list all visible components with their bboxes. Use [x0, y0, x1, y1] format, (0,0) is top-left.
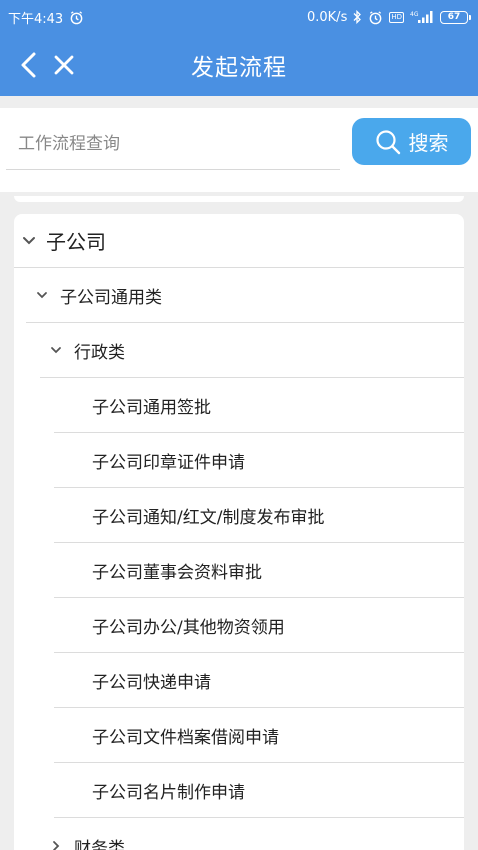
status-time: 下午4:43 [8, 11, 64, 27]
chevron-down-icon [46, 346, 66, 355]
search-input[interactable] [6, 118, 340, 170]
chevron-right-icon [46, 840, 66, 850]
signal-icon: 4G [410, 10, 434, 24]
tree-node-label: 行政类 [74, 343, 125, 363]
search-button[interactable]: 搜索 [352, 118, 471, 165]
tree-node-root[interactable]: 子公司 [14, 214, 464, 268]
tree-node-label: 财务类 [74, 838, 125, 850]
tree-node-group-admin[interactable]: 行政类 [40, 324, 464, 378]
workflow-item[interactable]: 子公司办公/其他物资领用 [54, 599, 464, 653]
workflow-item-label: 子公司文件档案借阅申请 [92, 728, 279, 748]
workflow-item[interactable]: 子公司印章证件申请 [54, 434, 464, 488]
search-panel: 搜索 [0, 108, 478, 192]
alarm-clock-icon [69, 10, 84, 25]
previous-card-edge [14, 196, 464, 202]
search-button-label: 搜索 [408, 131, 449, 155]
workflow-item-label: 子公司董事会资料审批 [92, 563, 262, 583]
workflow-item-label: 子公司印章证件申请 [92, 453, 245, 473]
tree-node-category[interactable]: 子公司通用类 [26, 269, 464, 323]
network-type-label: 4G [410, 11, 419, 18]
battery-level: 67 [447, 12, 461, 22]
bluetooth-icon [353, 10, 362, 24]
workflow-item[interactable]: 子公司董事会资料审批 [54, 544, 464, 598]
alarm-clock-icon [368, 10, 383, 25]
battery-icon: 67 [440, 10, 471, 24]
workflow-tree: 子公司 子公司通用类 行政类 子公司通用签批 子公司印章证件申请 子公司通知/红… [14, 214, 464, 850]
search-icon [375, 129, 401, 155]
workflow-item[interactable]: 子公司通用签批 [54, 379, 464, 433]
workflow-item-label: 子公司通知/红文/制度发布审批 [92, 508, 325, 528]
search-area: 搜索 [0, 96, 478, 200]
nav-bar: 发起流程 [0, 34, 478, 96]
workflow-item[interactable]: 子公司名片制作申请 [54, 764, 464, 818]
tree-node-label: 子公司通用类 [60, 288, 162, 308]
status-bar: 下午4:43 0.0K/s HD 4G 67 [0, 0, 478, 34]
tree-node-label: 子公司 [46, 230, 106, 254]
workflow-item[interactable]: 子公司通知/红文/制度发布审批 [54, 489, 464, 543]
workflow-item-label: 子公司办公/其他物资领用 [92, 618, 285, 638]
page-title: 发起流程 [191, 55, 287, 81]
workflow-item[interactable]: 子公司文件档案借阅申请 [54, 709, 464, 763]
workflow-item-label: 子公司通用签批 [92, 398, 211, 418]
workflow-item[interactable]: 子公司快递申请 [54, 654, 464, 708]
chevron-down-icon [32, 291, 52, 300]
chevron-down-icon [18, 236, 40, 246]
hd-voice-icon: HD [389, 11, 404, 23]
tree-node-group-finance[interactable]: 财务类 [40, 819, 464, 850]
workflow-item-label: 子公司名片制作申请 [92, 783, 245, 803]
status-bar-right: 0.0K/s HD 4G 67 [306, 9, 471, 25]
network-speed: 0.0K/s [306, 9, 348, 25]
workflow-item-label: 子公司快递申请 [92, 673, 211, 693]
status-bar-left: 下午4:43 [8, 8, 84, 27]
